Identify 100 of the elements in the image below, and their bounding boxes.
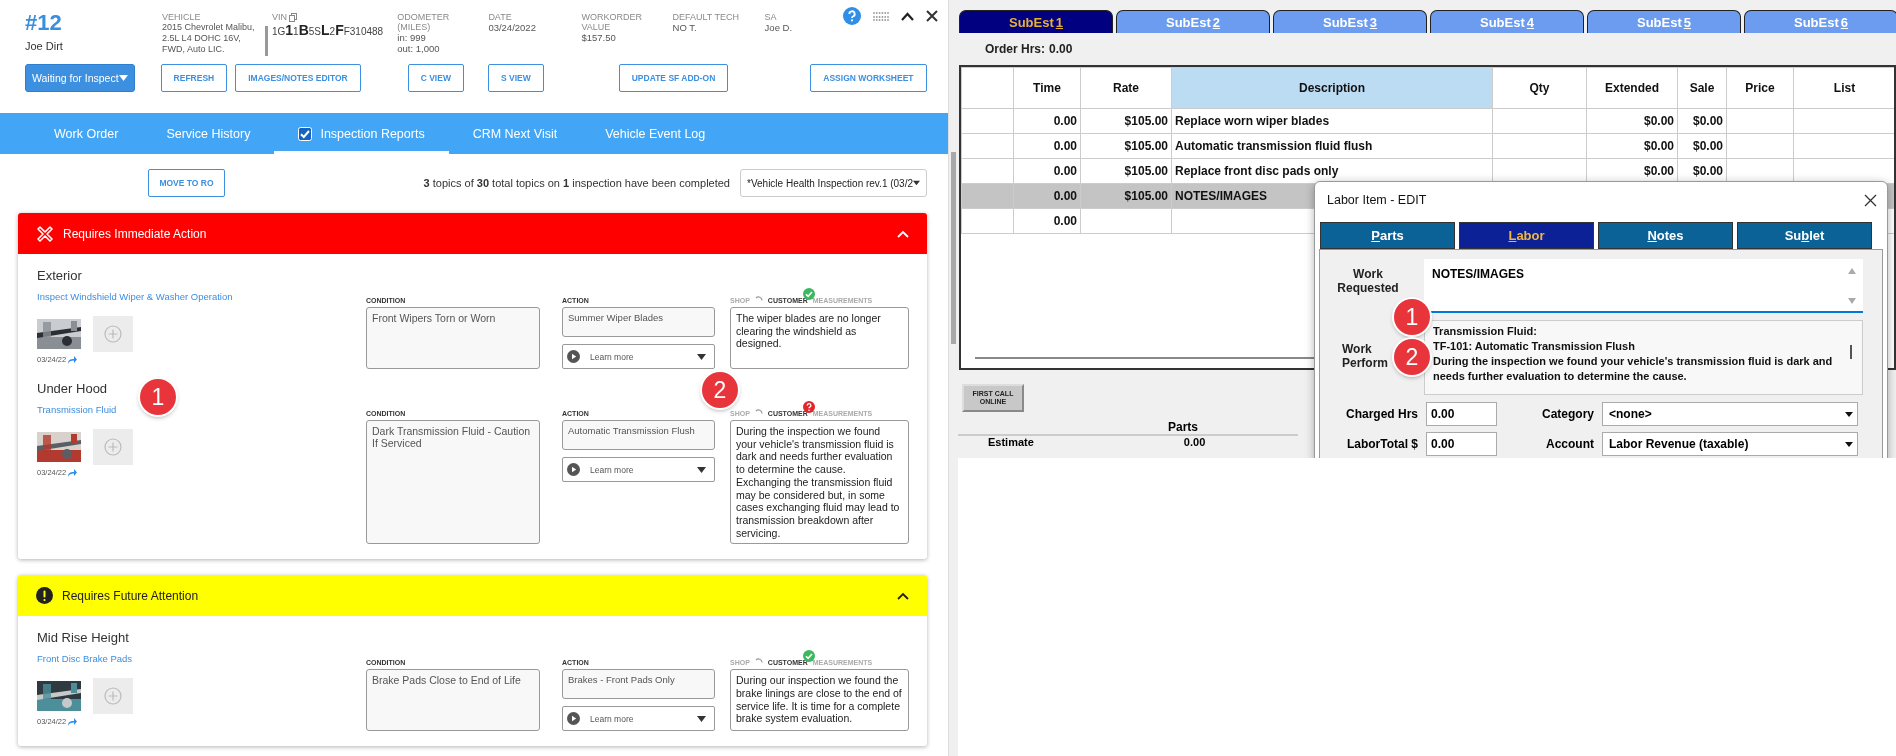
learn-more-dropdown[interactable]: Learn more xyxy=(562,706,715,732)
category-dropdown[interactable]: <none> xyxy=(1602,402,1858,426)
column-header[interactable]: Qty xyxy=(1492,67,1587,109)
table-cell: $105.00 xyxy=(1124,139,1168,153)
caret-icon xyxy=(913,180,920,186)
share-icon[interactable] xyxy=(67,355,78,364)
column-header[interactable]: Time xyxy=(1013,67,1081,109)
caret-icon xyxy=(697,466,706,473)
plus-icon xyxy=(104,325,122,343)
close-icon[interactable] xyxy=(1864,193,1877,207)
condition-field[interactable]: Brake Pads Close to End of Life xyxy=(366,669,540,732)
table-cell: $0.00 xyxy=(1643,114,1674,128)
scroll-arrows-icon[interactable] xyxy=(1847,266,1857,306)
info-value: in: 999 xyxy=(397,32,427,43)
caret-icon xyxy=(697,353,706,360)
group-heading: Exterior xyxy=(37,268,82,283)
group-heading: Mid Rise Height xyxy=(37,630,129,646)
share-icon[interactable] xyxy=(67,468,78,477)
field-label: Category xyxy=(1541,407,1595,421)
order-hours-label: Order Hrs: xyxy=(985,42,1046,56)
learn-more-dropdown[interactable]: Learn more xyxy=(562,344,715,369)
table-cell: 0.00 xyxy=(1013,158,1081,184)
action-button[interactable]: C VIEW xyxy=(407,64,464,92)
warning-icon xyxy=(36,224,54,243)
work-requested-field[interactable]: NOTES/IMAGES xyxy=(1424,259,1863,313)
caret-icon xyxy=(118,75,128,81)
action-button[interactable]: S VIEW xyxy=(487,64,544,92)
move-to-ro-button[interactable]: MOVE TO RO xyxy=(148,169,225,197)
dialog-title: Labor Item - EDIT xyxy=(1327,193,1427,207)
chevron-icon[interactable] xyxy=(897,591,909,600)
section-header[interactable]: Requires Future Attention xyxy=(18,575,927,617)
template-dropdown[interactable]: *Vehicle Health Inspection rev.1 (03/2 xyxy=(740,169,927,197)
alert-icon xyxy=(36,587,53,605)
column-header[interactable]: Price xyxy=(1726,67,1794,109)
grid-icon[interactable] xyxy=(873,11,889,21)
inspection-item-link[interactable]: Inspect Windshield Wiper & Washer Operation xyxy=(37,291,366,302)
field-label: LaborTotal $ xyxy=(1345,437,1419,451)
info-value: out: 1,000 xyxy=(397,43,441,54)
info-label: DATE xyxy=(488,12,512,22)
dialog-tab[interactable]: Labor xyxy=(1459,222,1594,249)
action-field[interactable]: Brakes - Front Pads Only xyxy=(562,669,715,700)
info-label: DEFAULT TECH xyxy=(672,12,740,22)
info-label: VIN xyxy=(271,12,287,22)
play-icon xyxy=(567,350,580,363)
action-button[interactable]: ASSIGN WORKSHEET xyxy=(810,64,927,92)
table-cell: $0.00 xyxy=(1643,164,1674,178)
estimate-label: Estimate xyxy=(988,436,1034,448)
column-header[interactable]: Description xyxy=(1171,67,1493,109)
dialog-tab[interactable]: Parts xyxy=(1320,222,1455,249)
field-label: Account xyxy=(1545,437,1595,451)
callout-marker: 2 xyxy=(1394,339,1430,375)
column-header[interactable]: Rate xyxy=(1080,67,1172,109)
group-heading: Under Hood xyxy=(37,381,108,396)
collapse-icon[interactable] xyxy=(901,11,914,21)
work-performed-field[interactable]: Transmission Fluid: TF-101: Automatic Transmission Flush During the inspection we found your vehicle's transmission fluid is dark and needs further evaluation to determine the cause. xyxy=(1424,320,1863,395)
section-header[interactable]: Requires Immediate Action xyxy=(18,213,927,254)
help-icon[interactable] xyxy=(843,7,861,25)
charged-hours-field[interactable]: 0.00 xyxy=(1426,402,1497,426)
column-header[interactable]: Sale xyxy=(1677,67,1727,109)
table-cell: 0.00 xyxy=(1013,208,1081,234)
info-label: SA xyxy=(764,12,777,22)
labor-total-field[interactable]: 0.00 xyxy=(1426,432,1497,456)
completion-summary: 3 topics of 30 total topics on 1 inspection have been completed xyxy=(423,177,730,189)
dialog-tab[interactable]: Notes xyxy=(1598,222,1733,249)
account-dropdown[interactable]: Labor Revenue (taxable) xyxy=(1602,432,1858,456)
action-button[interactable]: IMAGES/NOTES EDITOR xyxy=(235,64,361,92)
checkbox-icon[interactable] xyxy=(298,126,313,141)
condition-field[interactable]: Front Wipers Torn or Worn xyxy=(366,307,540,369)
dialog-tab[interactable]: Sublet xyxy=(1737,222,1872,249)
customer-name: Joe Dirt xyxy=(25,40,64,52)
share-icon[interactable] xyxy=(67,717,78,726)
notes-field[interactable]: During our inspection we found the brake linings are close to the end of service life. It is time for a complete brake system evaluation. xyxy=(730,669,909,732)
copy-icon[interactable] xyxy=(288,12,297,22)
column-header[interactable]: List xyxy=(1793,67,1894,109)
order-hours-value: 0.00 xyxy=(1049,42,1073,56)
table-cell: $105.00 xyxy=(1124,164,1168,178)
estimate-value: 0.00 xyxy=(1183,436,1206,448)
info-value: Joe D. xyxy=(764,22,794,33)
table-cell: $0.00 xyxy=(1692,164,1723,178)
play-icon xyxy=(567,712,580,726)
close-icon[interactable] xyxy=(926,10,938,22)
callout-marker: 1 xyxy=(1394,299,1430,335)
inspection-item-link[interactable]: Front Disc Brake Pads xyxy=(37,653,366,665)
caret-icon xyxy=(1845,442,1853,447)
column-header[interactable]: Extended xyxy=(1586,67,1678,109)
condition-field[interactable]: Dark Transmission Fluid - Caution If Serviced xyxy=(366,420,540,545)
action-field[interactable]: Summer Wiper Blades xyxy=(562,307,715,337)
caret-icon xyxy=(697,715,706,722)
field-label: Work Perform xyxy=(1342,342,1389,370)
action-field[interactable]: Automatic Transmission Flush xyxy=(562,420,715,450)
learn-more-dropdown[interactable]: Learn more xyxy=(562,457,715,482)
info-value: NO T. xyxy=(672,22,698,33)
notes-field[interactable]: During the inspection we found your vehicle's transmission fluid is dark and needs further evaluation to determine the cause. Exchanging the transmission fluid may be considered but, in some cases exchanging fluid may lead to transmission breakdown after servicing. xyxy=(730,420,909,545)
subestimate-tab[interactable]: SubEst1 xyxy=(959,10,1113,33)
info-value: 03/24/2022 xyxy=(488,22,537,33)
scrollbar[interactable] xyxy=(948,0,958,756)
notes-field[interactable]: The wiper blades are no longer clearing the windshield as designed. xyxy=(730,307,909,369)
table-cell: Replace worn wiper blades xyxy=(1175,114,1330,128)
info-label: ODOMETER (MILES) xyxy=(397,12,451,32)
table-cell: $0.00 xyxy=(1692,139,1723,153)
